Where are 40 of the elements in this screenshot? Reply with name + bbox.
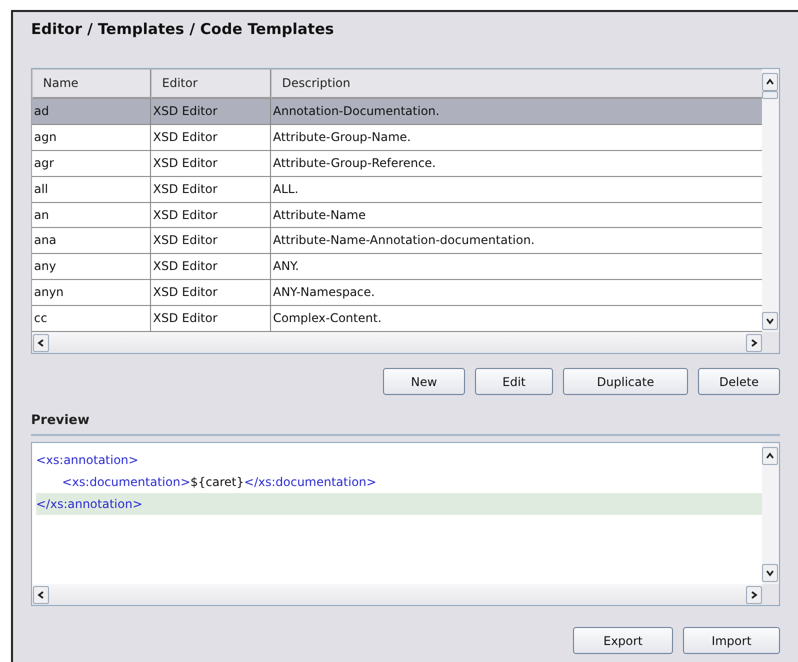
scroll-up-button[interactable] [762, 73, 778, 91]
table-row[interactable]: cc XSD Editor Complex-Content. [32, 306, 762, 332]
section-label: Preview [31, 413, 780, 436]
vertical-scrollbar[interactable] [762, 69, 779, 332]
action-button[interactable]: Import [683, 627, 780, 654]
table-row[interactable]: any XSD Editor ANY. [32, 254, 762, 280]
scroll-left-button[interactable] [33, 586, 49, 604]
chevron-right-icon [750, 590, 758, 598]
scroll-thumb[interactable] [762, 91, 778, 99]
code-line: <xs:documentation>${caret}</xs:documentation> [62, 474, 378, 491]
table-row[interactable]: all XSD Editor ALL. [32, 176, 762, 203]
scroll-left-button[interactable] [33, 334, 49, 352]
page-title: Editor / Templates / Code Templates [31, 20, 335, 40]
scroll-down-button[interactable] [762, 312, 778, 330]
table-row[interactable]: ana XSD Editor Attribute-Name-Annotation-documentation. [32, 228, 762, 254]
table-row[interactable]: anyn XSD Editor ANY-Namespace. [32, 280, 762, 306]
table-row[interactable]: agn XSD Editor Attribute-Group-Name. [32, 124, 762, 151]
code-line: <xs:annotation> [36, 452, 140, 469]
scroll-right-button[interactable] [746, 586, 762, 604]
scroll-up-button[interactable] [762, 447, 778, 465]
chevron-up-icon [766, 78, 774, 86]
action-button[interactable]: Edit [475, 368, 553, 395]
horizontal-scrollbar[interactable] [32, 332, 762, 353]
chevron-down-icon [766, 317, 774, 325]
vertical-scrollbar[interactable] [762, 443, 779, 584]
chevron-down-icon [766, 569, 774, 577]
action-button[interactable]: Delete [698, 368, 780, 395]
chevron-left-icon [37, 590, 45, 598]
table-row[interactable]: ad XSD Editor Annotation-Documentation. [32, 98, 762, 125]
table-row[interactable]: an XSD Editor Attribute-Name [32, 202, 762, 228]
action-button[interactable]: Export [573, 627, 673, 654]
table-row[interactable]: agr XSD Editor Attribute-Group-Reference. [32, 150, 762, 177]
action-button[interactable]: New [383, 368, 465, 395]
chevron-up-icon [766, 452, 774, 460]
scroll-right-button[interactable] [746, 334, 762, 352]
horizontal-scrollbar[interactable] [32, 584, 762, 605]
chevron-right-icon [750, 338, 758, 346]
chevron-left-icon [37, 338, 45, 346]
action-button[interactable]: Duplicate [563, 368, 688, 395]
scroll-down-button[interactable] [762, 564, 778, 582]
